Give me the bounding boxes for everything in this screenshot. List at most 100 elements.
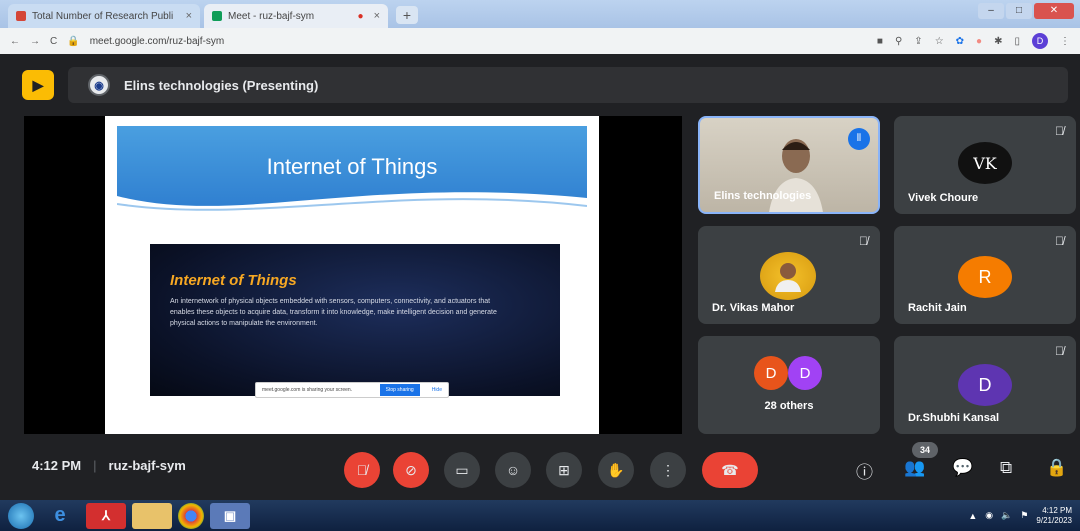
start-button[interactable] bbox=[8, 502, 34, 529]
participant-tile-vivek[interactable]: 🎙̸ VK Vivek Choure bbox=[894, 116, 1076, 214]
presenter-label: Elins technologies (Presenting) bbox=[124, 77, 319, 93]
share-icon[interactable]: ⇪ bbox=[914, 36, 922, 47]
host-controls-icon[interactable]: 🔒 bbox=[1046, 458, 1067, 478]
emoji-icon: ☺ bbox=[505, 462, 521, 478]
mic-off-icon: 🎙̸ bbox=[1055, 124, 1064, 138]
tray-arrow-icon[interactable]: ▲ bbox=[968, 511, 977, 521]
raise-hand-button[interactable]: ✋ bbox=[598, 452, 634, 488]
puzzle-icon[interactable]: ✱ bbox=[994, 36, 1002, 47]
participant-avatar: R bbox=[958, 256, 1012, 298]
captions-button[interactable]: ▭ bbox=[444, 452, 480, 488]
gmail-icon bbox=[16, 11, 26, 21]
participant-name: Dr.Shubhi Kansal bbox=[908, 412, 1000, 424]
minimize-button[interactable]: – bbox=[978, 3, 1004, 19]
file-explorer-icon[interactable] bbox=[132, 502, 172, 529]
close-tab-icon[interactable]: × bbox=[374, 10, 380, 22]
captions-icon: ▭ bbox=[455, 461, 469, 478]
forward-icon[interactable]: → bbox=[30, 36, 40, 47]
maximize-button[interactable]: □ bbox=[1006, 3, 1032, 19]
network-icon[interactable]: ◉ bbox=[985, 510, 993, 521]
presenter-avatar: ◉ bbox=[88, 74, 110, 96]
tab-meet[interactable]: Meet - ruz-bajf-sym ● × bbox=[204, 4, 388, 28]
star-icon[interactable]: ☆ bbox=[935, 36, 944, 47]
more-vert-icon: ⋮ bbox=[661, 461, 675, 478]
participant-name: Dr. Vikas Mahor bbox=[712, 302, 795, 314]
app-window-icon[interactable]: ▣ bbox=[210, 502, 250, 529]
people-icon[interactable]: 👥 bbox=[904, 458, 925, 478]
participant-avatar: D bbox=[958, 364, 1012, 406]
meeting-time: 4:12 PM bbox=[32, 458, 82, 473]
leave-call-button[interactable]: ☎ bbox=[702, 452, 758, 488]
clock-time: 4:12 PM bbox=[1042, 505, 1072, 515]
taskbar-clock[interactable]: 4:12 PM 9/21/2023 bbox=[1036, 506, 1072, 526]
pdf-reader-icon[interactable]: ⅄ bbox=[86, 502, 126, 529]
tab-research-publications[interactable]: Total Number of Research Publi × bbox=[8, 4, 200, 28]
mic-off-icon: 🎙̸ bbox=[859, 234, 868, 248]
profile-avatar[interactable]: D bbox=[1032, 33, 1048, 49]
browser-tab-bar: Total Number of Research Publi × Meet - … bbox=[0, 0, 1080, 28]
browser-toolbar-icons: ■ ⚲ ⇪ ☆ ✿ ● ✱ ▯ D ⋮ bbox=[877, 33, 1070, 49]
mic-off-icon: 🎙̸ bbox=[356, 462, 368, 478]
mic-off-icon: 🎙̸ bbox=[1055, 344, 1064, 358]
mic-toggle-button[interactable]: 🎙̸ bbox=[344, 452, 380, 488]
participant-name: Vivek Choure bbox=[908, 192, 979, 204]
extension-icon[interactable]: ✿ bbox=[956, 36, 964, 47]
extension2-icon[interactable]: ● bbox=[976, 36, 982, 47]
lock-icon: 🔒 bbox=[67, 35, 80, 47]
flag-icon[interactable]: ⚑ bbox=[1020, 510, 1028, 521]
meeting-code: ruz-bajf-sym bbox=[108, 458, 186, 473]
meet-icon bbox=[212, 11, 222, 21]
presenter-bar: ◉ Elins technologies (Presenting) bbox=[68, 67, 1068, 103]
stop-sharing-button[interactable]: Stop sharing bbox=[379, 384, 420, 396]
camera-toggle-button[interactable]: ⊘ bbox=[393, 452, 429, 488]
meeting-info-icon[interactable]: ⓘ bbox=[856, 458, 873, 483]
window-controls: – □ ✕ bbox=[978, 3, 1074, 19]
participant-tile-shubhi[interactable]: 🎙̸ D Dr.Shubhi Kansal bbox=[894, 336, 1076, 434]
reload-icon[interactable]: C bbox=[50, 36, 57, 47]
back-icon[interactable]: ← bbox=[10, 36, 20, 47]
participant-tile-rachit[interactable]: 🎙̸ R Rachit Jain bbox=[894, 226, 1076, 324]
participant-photo bbox=[760, 252, 816, 300]
participant-tile-vikas[interactable]: 🎙̸ Dr. Vikas Mahor bbox=[698, 226, 880, 324]
activities-icon[interactable]: ⧉ bbox=[1000, 458, 1012, 478]
chrome-icon[interactable] bbox=[178, 502, 204, 529]
hand-icon: ✋ bbox=[607, 461, 625, 478]
recording-dot-icon: ● bbox=[357, 10, 364, 22]
camera-off-icon: ⊘ bbox=[405, 461, 417, 478]
menu-icon[interactable]: ⋮ bbox=[1060, 36, 1070, 47]
volume-icon[interactable]: 🔈 bbox=[1001, 510, 1012, 521]
camera-indicator-icon[interactable]: ■ bbox=[877, 36, 883, 47]
screen-share-notice: meet.google.com is sharing your screen. … bbox=[255, 382, 449, 398]
participant-tile-others[interactable]: D D 28 others bbox=[698, 336, 880, 434]
presentation-icon[interactable]: ▶ bbox=[22, 70, 54, 100]
tab-label: Total Number of Research Publi bbox=[32, 10, 174, 22]
more-options-button[interactable]: ⋮ bbox=[650, 452, 686, 488]
sidebar-icon[interactable]: ▯ bbox=[1014, 36, 1020, 47]
new-tab-button[interactable]: + bbox=[396, 6, 418, 24]
close-window-button[interactable]: ✕ bbox=[1034, 3, 1074, 19]
separator: | bbox=[93, 458, 97, 473]
slide-content-box: Internet of Things An internetwork of ph… bbox=[150, 244, 560, 396]
present-icon: ⊞ bbox=[558, 461, 570, 478]
participant-tile-elins[interactable]: ⦀ Elins technologies bbox=[698, 116, 880, 214]
chat-icon[interactable]: 💬 bbox=[952, 458, 973, 478]
present-now-button[interactable]: ⊞ bbox=[546, 452, 582, 488]
presentation-slide: Internet of Things Internet of Things An… bbox=[105, 116, 599, 434]
system-tray: ▲ ◉ 🔈 ⚑ 4:12 PM 9/21/2023 bbox=[968, 506, 1080, 526]
address-bar: ← → C 🔒 meet.google.com/ruz-bajf-sym ■ ⚲… bbox=[0, 28, 1080, 54]
hide-button[interactable]: Hide bbox=[426, 387, 448, 393]
participant-name: Elins technologies bbox=[714, 190, 812, 202]
slide-wave-decoration bbox=[117, 192, 587, 226]
url-field[interactable]: meet.google.com/ruz-bajf-sym bbox=[90, 36, 225, 47]
ie-icon[interactable]: e bbox=[40, 503, 80, 529]
meeting-details: 4:12 PM | ruz-bajf-sym bbox=[32, 458, 186, 473]
person-photo-icon bbox=[775, 263, 801, 292]
close-tab-icon[interactable]: × bbox=[186, 10, 192, 22]
participant-name: Rachit Jain bbox=[908, 302, 967, 314]
share-message: meet.google.com is sharing your screen. bbox=[262, 387, 353, 393]
clock-date: 9/21/2023 bbox=[1036, 515, 1072, 525]
reactions-button[interactable]: ☺ bbox=[495, 452, 531, 488]
participant-avatar: D bbox=[754, 356, 788, 390]
mic-off-icon: 🎙̸ bbox=[1055, 234, 1064, 248]
zoom-icon[interactable]: ⚲ bbox=[895, 36, 902, 47]
